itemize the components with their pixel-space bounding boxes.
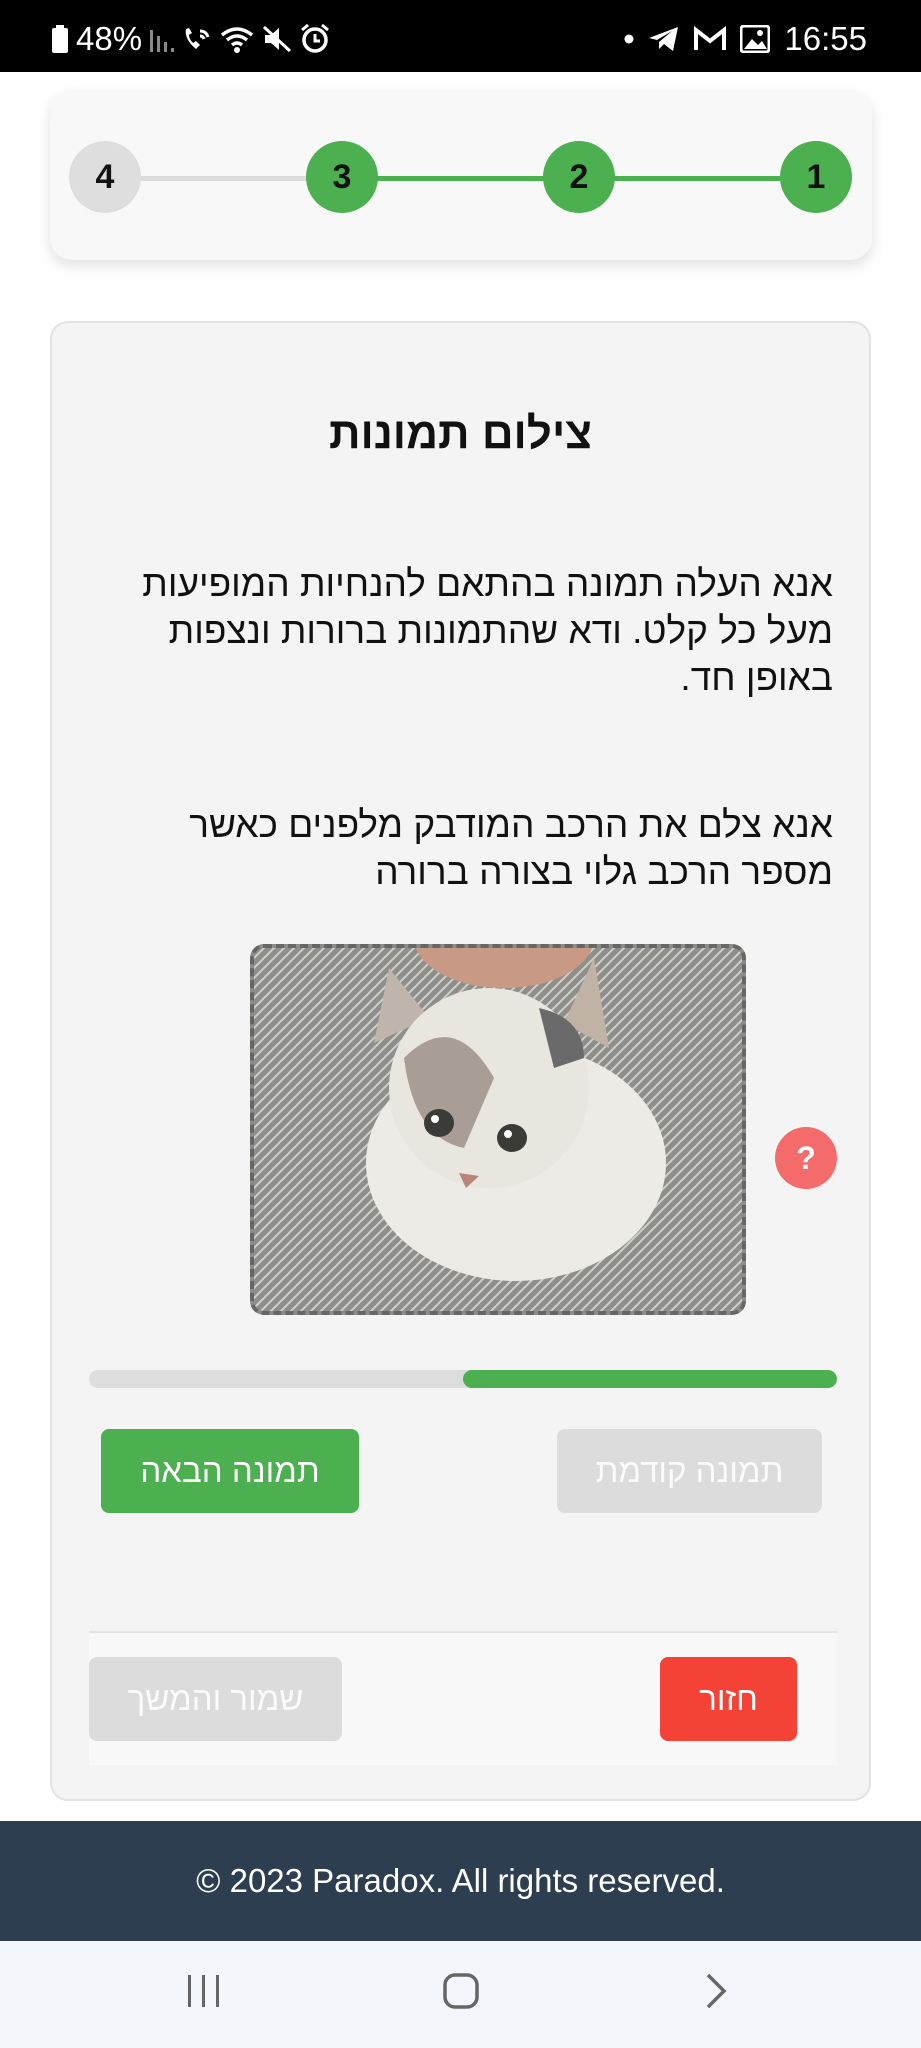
page-title: צילום תמונות — [328, 409, 593, 458]
photo-progress-bar — [89, 1370, 837, 1388]
dot-icon — [624, 34, 634, 44]
recents-icon[interactable] — [186, 1971, 222, 2016]
gmail-icon — [694, 26, 727, 52]
back-nav-icon[interactable] — [700, 1971, 730, 2016]
instructions-text: אנא העלה תמונה בהתאם להנחיות המופיעות מע… — [142, 563, 833, 698]
mute-icon — [262, 25, 292, 53]
step-3: 3 — [306, 141, 378, 213]
back-button[interactable]: חזור — [660, 1657, 797, 1741]
copyright-text: © 2023 Paradox. All rights reserved. — [196, 1862, 725, 1899]
battery-icon — [52, 25, 68, 53]
signal-icon — [150, 26, 175, 52]
save-continue-button[interactable]: שמור והמשך — [89, 1657, 342, 1741]
clock: 16:55 — [784, 20, 867, 57]
previous-photo-button[interactable]: תמונה קודמת — [557, 1429, 822, 1513]
home-icon[interactable] — [441, 1971, 481, 2016]
step-4: 4 — [69, 141, 141, 213]
help-button[interactable]: ? — [775, 1127, 837, 1189]
telegram-icon — [648, 25, 680, 53]
system-nav-bar — [0, 1941, 921, 2048]
next-photo-button[interactable]: תמונה הבאה — [101, 1429, 359, 1513]
battery-percent: 48% — [76, 20, 143, 57]
kitten-photo — [254, 948, 742, 1311]
alarm-icon — [300, 24, 330, 54]
photo-capture-card: צילום תמונות אנא העלה תמונה בהתאם להנחיו… — [50, 321, 871, 1801]
uploaded-photo[interactable] — [250, 944, 746, 1315]
photo-instruction-text: אנא צלם את הרכב המודבק מלפנים כאשר מספר … — [189, 804, 833, 892]
step-1: 1 — [780, 141, 852, 213]
status-bar: 48% 16:55 — [0, 0, 921, 72]
progress-stepper: 4 3 2 1 — [50, 90, 872, 260]
step-2: 2 — [543, 141, 615, 213]
progress-fill — [463, 1370, 837, 1388]
wifi-icon — [220, 25, 254, 53]
wifi-call-icon — [182, 25, 212, 53]
site-footer: © 2023 Paradox. All rights reserved. — [0, 1821, 921, 1941]
gallery-icon — [740, 25, 771, 53]
